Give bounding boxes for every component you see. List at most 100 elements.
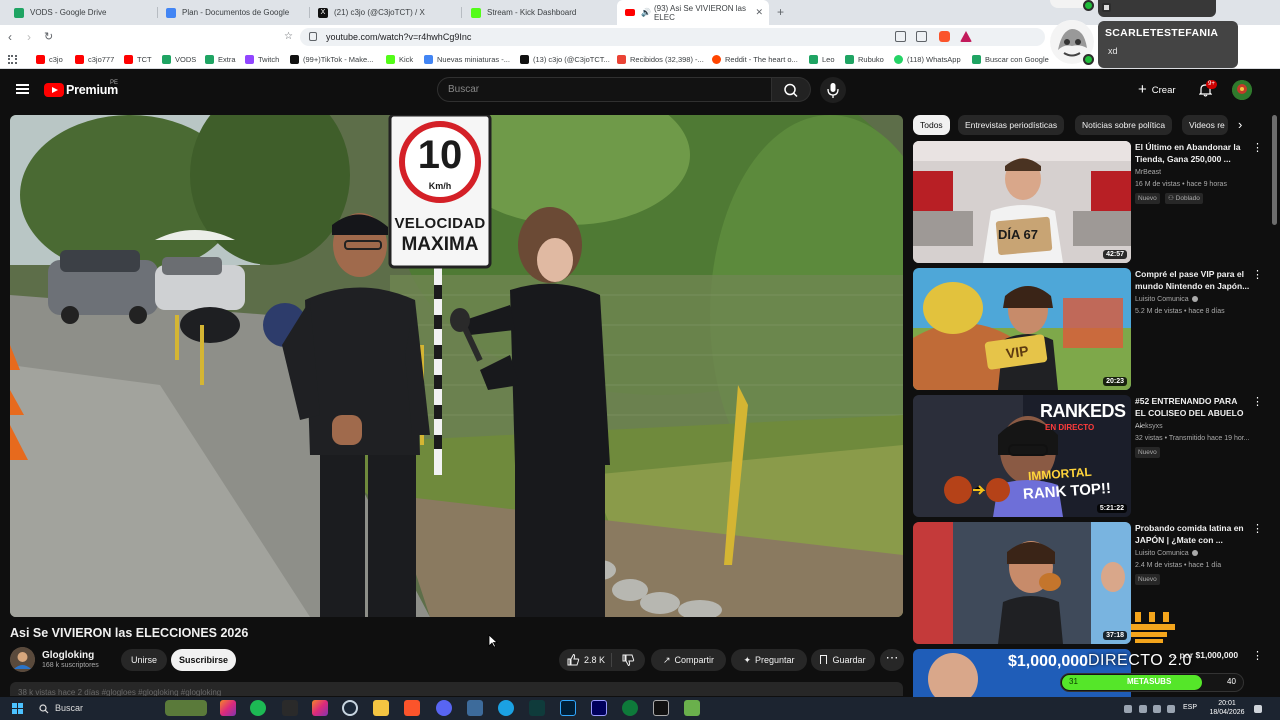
- instagram-icon[interactable]: [220, 700, 236, 716]
- battery-icon[interactable]: [1167, 705, 1175, 713]
- create-button[interactable]: + Crear: [1138, 81, 1176, 99]
- bookmark-item[interactable]: Buscar con Google: [972, 53, 1049, 65]
- browser-tab[interactable]: VODS - Google Drive: [6, 0, 156, 25]
- bookmark-icon[interactable]: ☆: [284, 30, 293, 44]
- rec-title[interactable]: Compré el pase VIP para el mundo Nintend…: [1135, 269, 1250, 292]
- youtube-logo-icon[interactable]: [44, 83, 64, 97]
- share-button[interactable]: ↗ Compartir: [651, 649, 726, 671]
- voice-search-button[interactable]: [820, 77, 846, 103]
- bookmark-item[interactable]: Leo: [809, 53, 835, 65]
- subscribe-button[interactable]: Suscribirse: [171, 649, 236, 671]
- like-icon[interactable]: [566, 653, 580, 667]
- user-avatar[interactable]: [1232, 80, 1252, 100]
- bookmark-item[interactable]: Extra: [205, 53, 236, 65]
- channel-name[interactable]: Glogloking: [42, 650, 94, 661]
- bookmark-item[interactable]: c3jo777: [75, 53, 114, 65]
- bookmark-item[interactable]: TCT: [124, 53, 152, 65]
- menu-icon[interactable]: [16, 84, 29, 94]
- rec-menu-icon[interactable]: ⋮: [1252, 651, 1263, 662]
- app-icon[interactable]: [467, 700, 483, 716]
- rec-channel[interactable]: MrBeast: [1135, 169, 1161, 176]
- brave-shields-icon[interactable]: [939, 31, 950, 42]
- bookmark-item[interactable]: (13) c3jo (@C3joTCT...: [520, 53, 610, 65]
- back-icon[interactable]: ‹: [8, 30, 12, 44]
- rec-channel[interactable]: Aleksyxs: [1135, 423, 1163, 430]
- rec-thumbnail[interactable]: VIP 20:23: [913, 268, 1131, 390]
- capcut-icon[interactable]: [529, 700, 545, 716]
- ask-button[interactable]: ✦ Preguntar: [731, 649, 807, 671]
- description-box[interactable]: 38 k vistas hace 2 días #glogloes #glogl…: [10, 682, 903, 696]
- video-player[interactable]: 10 Km/h VELOCIDAD MAXIMA: [10, 115, 903, 617]
- apps-grid-icon[interactable]: [8, 53, 17, 65]
- steam-icon[interactable]: [342, 700, 358, 716]
- taskbar-search[interactable]: Buscar: [31, 700, 163, 717]
- rec-title[interactable]: Probando comida latina en JAPÓN | ¿Mate …: [1135, 523, 1250, 546]
- language-indicator[interactable]: ESP: [1183, 704, 1197, 711]
- reload-icon[interactable]: ↻: [44, 30, 53, 44]
- url-field[interactable]: youtube.com/watch?v=r4hwhCg9Inc: [300, 28, 1045, 46]
- tray-chevron-icon[interactable]: [1124, 705, 1132, 713]
- bookmark-item[interactable]: Twitch: [245, 53, 279, 65]
- join-button[interactable]: Unirse: [121, 649, 167, 671]
- volume-icon[interactable]: [1153, 705, 1161, 713]
- cast-icon[interactable]: [895, 31, 906, 42]
- share-page-icon[interactable]: [916, 31, 927, 42]
- more-actions-icon[interactable]: ⋯: [880, 649, 904, 671]
- bookmark-item[interactable]: Kick: [386, 53, 413, 65]
- new-tab-button[interactable]: +: [777, 5, 784, 19]
- search-input[interactable]: Buscar: [437, 77, 772, 102]
- rec-title[interactable]: El Último en Abandonar la Tienda, Gana 2…: [1135, 142, 1250, 165]
- bookmark-item[interactable]: (118) WhatsApp: [894, 53, 961, 65]
- rec-channel[interactable]: Luisito Comunica: [1135, 550, 1198, 557]
- rec-thumbnail[interactable]: RANKEDS EN DIRECTO IMMORTAL RANK TOP!! 5…: [913, 395, 1131, 517]
- instagram-icon[interactable]: [312, 700, 328, 716]
- rec-menu-icon[interactable]: ⋮: [1252, 270, 1263, 281]
- notification-center-icon[interactable]: [1254, 705, 1262, 713]
- forward-icon[interactable]: ›: [27, 30, 31, 44]
- rec-channel[interactable]: Luisito Comunica: [1135, 296, 1198, 303]
- rec-thumbnail[interactable]: DÍA 67 42:57: [913, 141, 1131, 263]
- save-button[interactable]: Guardar: [811, 649, 875, 671]
- dislike-icon[interactable]: [621, 653, 635, 667]
- bookmark-item[interactable]: Recibidos (32,398) -...: [617, 53, 704, 65]
- channel-avatar[interactable]: [10, 647, 35, 672]
- xbox-icon[interactable]: [622, 700, 638, 716]
- premiere-icon[interactable]: [591, 700, 607, 716]
- app-icon[interactable]: [684, 700, 700, 716]
- network-icon[interactable]: [1139, 705, 1147, 713]
- browser-tab[interactable]: Stream - Kick Dashboard: [463, 0, 613, 25]
- search-button[interactable]: [772, 77, 811, 102]
- obs-icon[interactable]: [653, 700, 669, 716]
- close-tab-icon[interactable]: ✕: [755, 7, 763, 18]
- chip-related[interactable]: Videos re: [1182, 115, 1228, 135]
- spotify-icon[interactable]: [250, 700, 266, 716]
- rec-menu-icon[interactable]: ⋮: [1252, 397, 1263, 408]
- bookmark-item[interactable]: Rubuko: [845, 53, 884, 65]
- chip-interviews[interactable]: Entrevistas periodísticas: [958, 115, 1065, 135]
- epic-games-icon[interactable]: [282, 700, 298, 716]
- file-explorer-icon[interactable]: [373, 700, 389, 716]
- browser-tab-active[interactable]: 🔊 (93) Asi Se VIVIERON las ELEC ✕: [617, 0, 769, 25]
- site-info-icon[interactable]: [309, 32, 317, 41]
- windows-start-icon[interactable]: [12, 703, 23, 714]
- chip-all[interactable]: Todos: [913, 115, 950, 135]
- brave-rewards-icon[interactable]: [960, 31, 972, 42]
- bookmark-item[interactable]: Nuevas miniaturas -...: [424, 53, 510, 65]
- browser-tab[interactable]: X (21) c3jo (@C3joTCT) / X: [310, 0, 460, 25]
- brave-icon[interactable]: [404, 700, 420, 716]
- browser-tab[interactable]: Plan - Documentos de Google: [158, 0, 308, 25]
- bookmark-item[interactable]: Reddit - The heart o...: [712, 53, 798, 65]
- discord-icon[interactable]: [436, 700, 452, 716]
- chip-politics[interactable]: Noticias sobre política: [1075, 115, 1173, 135]
- page-scrollbar[interactable]: [1272, 115, 1277, 225]
- bookmark-item[interactable]: c3jo: [36, 53, 63, 65]
- rec-menu-icon[interactable]: ⋮: [1252, 524, 1263, 535]
- rec-menu-icon[interactable]: ⋮: [1252, 143, 1263, 154]
- chevron-right-icon[interactable]: ›: [1238, 118, 1242, 132]
- bookmark-item[interactable]: (99+)TikTok - Make...: [290, 53, 373, 65]
- photoshop-icon[interactable]: [560, 700, 576, 716]
- clock[interactable]: 20:01 18/04/2026: [1209, 700, 1245, 717]
- widget-icon[interactable]: [165, 700, 207, 716]
- bookmark-item[interactable]: VODS: [162, 53, 196, 65]
- edge-icon[interactable]: [498, 700, 514, 716]
